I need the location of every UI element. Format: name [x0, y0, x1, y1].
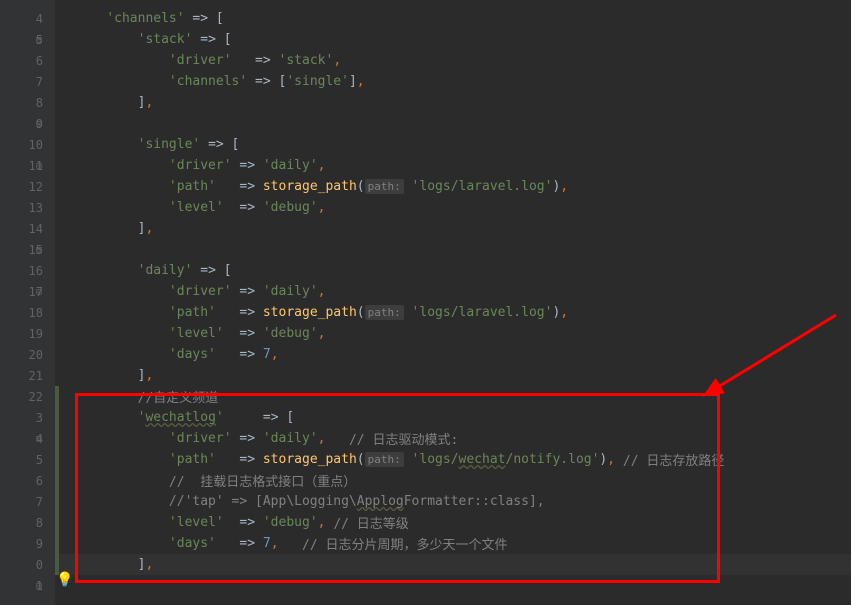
fold-icon[interactable]: ⊟ [36, 434, 46, 444]
line-number: 19 [0, 323, 55, 344]
line-number: 0 [0, 554, 55, 575]
code-line[interactable] [55, 239, 851, 260]
code-line[interactable]: 'driver' => 'daily', // 日志驱动模式: [55, 428, 851, 449]
line-number: 6 [0, 470, 55, 491]
code-line[interactable]: ], [55, 218, 851, 239]
change-marker [55, 533, 59, 554]
line-number: 5 [0, 449, 55, 470]
line-number: 4 [0, 8, 55, 29]
line-number: ⊟11 [0, 155, 55, 176]
code-line[interactable] [55, 575, 851, 596]
fold-icon[interactable]: ⊟ [36, 287, 46, 297]
line-number: ⊟17 [0, 281, 55, 302]
param-hint: path: [365, 305, 404, 320]
change-marker [55, 512, 59, 533]
fold-icon[interactable]: ⊟ [36, 35, 46, 45]
code-editor[interactable]: 4 ⊟5 6 7 8 ⊟9 10 ⊟11 12 13 14 ⊟15 16 ⊟17… [0, 0, 851, 605]
code-line[interactable]: // 挂载日志格式接口（重点） [55, 470, 851, 491]
line-number: 8 [0, 512, 55, 533]
code-line[interactable]: //'tap' => [App\Logging\ApplogFormatter:… [55, 491, 851, 512]
code-line[interactable]: ], [55, 365, 851, 386]
line-number: 20 [0, 344, 55, 365]
lightbulb-icon[interactable]: 💡 [56, 572, 73, 588]
code-line[interactable]: 'driver' => 'daily', [55, 281, 851, 302]
change-marker [55, 470, 59, 491]
line-number: 18 [0, 302, 55, 323]
code-line[interactable]: 'days' => 7, // 日志分片周期，多少天一个文件 [55, 533, 851, 554]
change-marker [55, 491, 59, 512]
code-line[interactable]: ], [55, 554, 851, 575]
line-number: 6 [0, 50, 55, 71]
param-hint: path: [365, 452, 404, 467]
change-marker [55, 428, 59, 449]
code-line[interactable]: 'path' => storage_path(path: 'logs/larav… [55, 302, 851, 323]
code-line[interactable]: 'channels' => ['single'], [55, 71, 851, 92]
line-number: ⊟5 [0, 29, 55, 50]
line-number: ⊟1 [0, 575, 55, 596]
line-number: ⊟15 [0, 239, 55, 260]
code-line[interactable]: 'level' => 'debug', // 日志等级 [55, 512, 851, 533]
line-number: 8 [0, 92, 55, 113]
code-line[interactable]: //自定义频道 [55, 386, 851, 407]
code-line[interactable]: 'level' => 'debug', [55, 197, 851, 218]
code-content[interactable]: 'channels' => [ 'stack' => [ 'driver' =>… [55, 0, 851, 605]
line-number: ⊟9 [0, 113, 55, 134]
line-number: 12 [0, 176, 55, 197]
change-marker [55, 386, 59, 407]
fold-end-icon: ⊟ [36, 245, 46, 255]
fold-end-icon: ⊟ [36, 119, 46, 129]
code-line[interactable] [55, 113, 851, 134]
code-line[interactable]: ], [55, 92, 851, 113]
line-number: 9 [0, 533, 55, 554]
line-number: 7 [0, 71, 55, 92]
fold-end-icon: ⊟ [36, 581, 46, 591]
code-line[interactable]: 'wechatlog' => [ [55, 407, 851, 428]
change-marker [55, 449, 59, 470]
code-line[interactable]: 'path' => storage_path(path: 'logs/wecha… [55, 449, 851, 470]
change-marker [55, 407, 59, 428]
code-line[interactable]: 'driver' => 'daily', [55, 155, 851, 176]
line-number: 7 [0, 491, 55, 512]
code-line[interactable]: 'daily' => [ [55, 260, 851, 281]
line-number: 14 [0, 218, 55, 239]
line-number: 22 [0, 386, 55, 407]
code-line[interactable]: 'driver' => 'stack', [55, 50, 851, 71]
code-line[interactable]: 'single' => [ [55, 134, 851, 155]
line-number: ⊟4 [0, 428, 55, 449]
code-line[interactable]: 'path' => storage_path(path: 'logs/larav… [55, 176, 851, 197]
code-line[interactable]: 'days' => 7, [55, 344, 851, 365]
line-number: 10 [0, 134, 55, 155]
line-number: 16 [0, 260, 55, 281]
line-number: 21 [0, 365, 55, 386]
line-number: 3 [0, 407, 55, 428]
fold-icon[interactable]: ⊟ [36, 161, 46, 171]
param-hint: path: [365, 179, 404, 194]
line-number: 13 [0, 197, 55, 218]
code-line[interactable]: 'stack' => [ [55, 29, 851, 50]
code-line[interactable]: 'channels' => [ [55, 8, 851, 29]
code-line[interactable]: 'level' => 'debug', [55, 323, 851, 344]
line-gutter: 4 ⊟5 6 7 8 ⊟9 10 ⊟11 12 13 14 ⊟15 16 ⊟17… [0, 0, 55, 605]
